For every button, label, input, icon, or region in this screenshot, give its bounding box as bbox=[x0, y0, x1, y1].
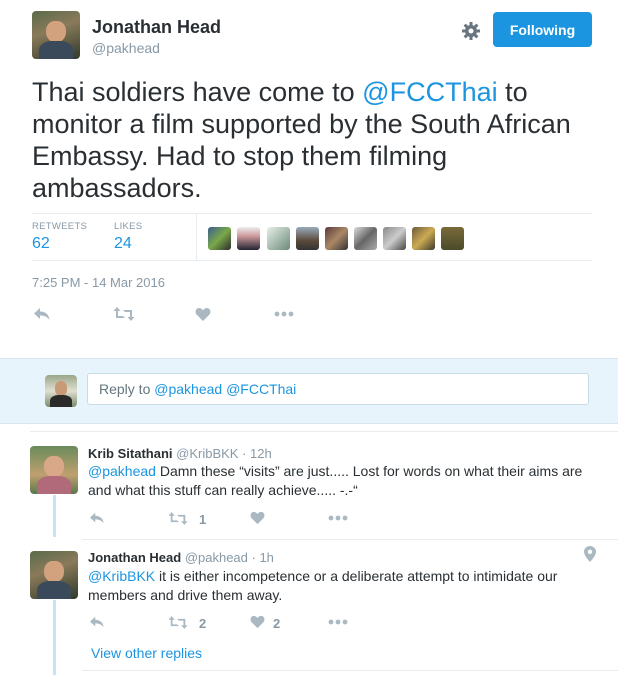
tweet-text: Thai soldiers have come to @FCCThai to m… bbox=[32, 76, 588, 204]
tweet-timestamp[interactable]: 7:25 PM - 14 Mar 2016 bbox=[32, 275, 165, 290]
reply-text: @KribBKK it is either incompetence or a … bbox=[88, 567, 588, 605]
retweets-count[interactable]: 62 bbox=[32, 235, 50, 253]
retweet-icon[interactable] bbox=[113, 306, 135, 322]
reply-composer: Reply to @pakhead @FCCThai bbox=[0, 358, 618, 424]
reply-author-handle[interactable]: @pakhead bbox=[185, 550, 248, 565]
reply-time[interactable]: · 1h bbox=[252, 550, 274, 565]
liker-avatar[interactable] bbox=[441, 227, 464, 250]
liker-avatar[interactable] bbox=[267, 227, 290, 250]
liker-avatar[interactable] bbox=[383, 227, 406, 250]
like-icon[interactable] bbox=[250, 615, 265, 629]
reply-text: @pakhead Damn these “visits” are just...… bbox=[88, 462, 598, 500]
location-pin-icon[interactable] bbox=[584, 546, 596, 567]
likes-label: LIKES bbox=[114, 221, 143, 232]
like-icon[interactable] bbox=[195, 307, 211, 322]
reply-body: Damn these “visits” are just..... Lost f… bbox=[88, 463, 583, 498]
liker-avatar[interactable] bbox=[325, 227, 348, 250]
liker-avatar[interactable] bbox=[208, 227, 231, 250]
reply-header: Jonathan Head @pakhead · 1h bbox=[88, 550, 274, 565]
liker-avatar[interactable] bbox=[412, 227, 435, 250]
current-user-avatar bbox=[45, 375, 77, 407]
mention-fccthai[interactable]: @FCCThai bbox=[362, 77, 497, 107]
reply-author-name[interactable]: Jonathan Head bbox=[88, 550, 181, 565]
like-count: 2 bbox=[273, 616, 281, 631]
retweets-label: RETWEETS bbox=[32, 221, 88, 232]
retweet-icon[interactable] bbox=[168, 615, 188, 630]
more-icon[interactable] bbox=[328, 515, 348, 521]
stats-separator bbox=[196, 214, 197, 260]
view-other-replies-link[interactable]: View other replies bbox=[91, 645, 202, 661]
reply-header: Krib Sitathani @KribBKK · 12h bbox=[88, 446, 272, 461]
retweet-count: 1 bbox=[199, 512, 207, 527]
stats-divider-top bbox=[32, 213, 592, 214]
gear-icon[interactable] bbox=[461, 21, 481, 41]
more-icon[interactable] bbox=[328, 619, 348, 625]
reply-icon[interactable] bbox=[89, 511, 105, 525]
reply-icon[interactable] bbox=[33, 306, 51, 322]
reply-icon[interactable] bbox=[89, 615, 105, 629]
like-icon[interactable] bbox=[250, 511, 265, 525]
replies-divider bbox=[30, 431, 618, 432]
reply-body: it is either incompetence or a deliberat… bbox=[88, 568, 558, 603]
following-button[interactable]: Following bbox=[493, 12, 592, 47]
liker-avatar[interactable] bbox=[237, 227, 260, 250]
reply-time[interactable]: · 12h bbox=[242, 446, 272, 461]
author-avatar[interactable] bbox=[32, 11, 80, 59]
reply-author-name[interactable]: Krib Sitathani bbox=[88, 446, 173, 461]
author-handle[interactable]: @pakhead bbox=[92, 40, 160, 56]
reply-mention[interactable]: @pakhead bbox=[88, 463, 156, 479]
reply-divider bbox=[82, 539, 618, 540]
more-icon[interactable] bbox=[274, 311, 294, 317]
reply-input[interactable]: Reply to @pakhead @FCCThai bbox=[87, 373, 589, 405]
author-name[interactable]: Jonathan Head bbox=[92, 17, 221, 38]
bottom-divider bbox=[82, 670, 618, 671]
reply-avatar[interactable] bbox=[30, 551, 78, 599]
reply-prefix: Reply to bbox=[99, 381, 155, 397]
reply-author-handle[interactable]: @KribBKK bbox=[176, 446, 238, 461]
retweet-icon[interactable] bbox=[168, 511, 188, 526]
reply-avatar[interactable] bbox=[30, 446, 78, 494]
thread-line bbox=[53, 600, 56, 675]
retweet-count: 2 bbox=[199, 616, 207, 631]
likes-count[interactable]: 24 bbox=[114, 235, 132, 253]
stats-divider-bottom bbox=[32, 260, 592, 261]
liker-avatar[interactable] bbox=[354, 227, 377, 250]
reply-mentions: @pakhead @FCCThai bbox=[154, 381, 297, 397]
reply-mention[interactable]: @KribBKK bbox=[88, 568, 155, 584]
thread-line bbox=[53, 495, 56, 537]
liker-avatar[interactable] bbox=[296, 227, 319, 250]
tweet-text-before: Thai soldiers have come to bbox=[32, 77, 363, 107]
